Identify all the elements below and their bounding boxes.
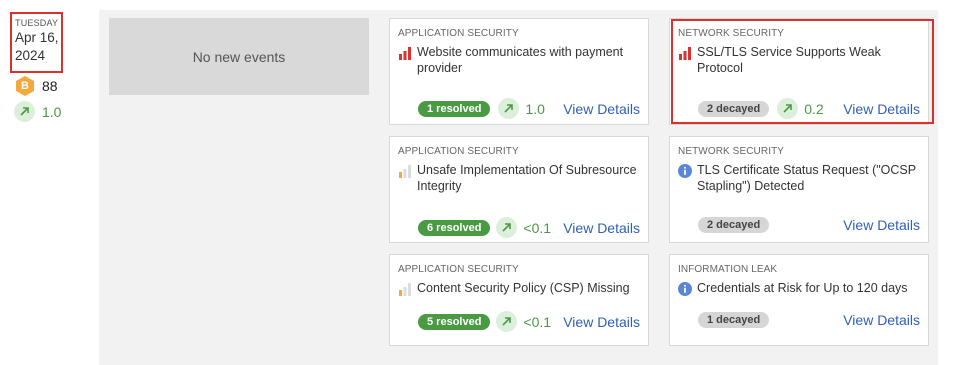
trend-up-icon (496, 217, 518, 238)
card-title: SSL/TLS Service Supports Weak Protocol (697, 45, 881, 75)
card-delta: <0.1 (523, 219, 552, 236)
card-delta: <0.1 (523, 313, 552, 330)
date-column: TUESDAY Apr 16, 2024 B 88 1.0 (0, 0, 99, 365)
card-title: Unsafe Implementation Of Subresource Int… (417, 163, 637, 193)
grade-summary: B 88 (15, 76, 58, 96)
view-details-link[interactable]: View Details (563, 101, 640, 117)
date-label: Apr 16, 2024 (15, 30, 59, 63)
view-details-link[interactable]: View Details (563, 314, 640, 330)
card-title: Website communicates with payment provid… (417, 45, 624, 75)
date-highlight-box: TUESDAY Apr 16, 2024 (10, 12, 63, 73)
no-events-placeholder: No new events (109, 18, 369, 95)
events-area: No new events APPLICATION SECURITY Websi… (99, 10, 938, 365)
severity-low-icon (398, 282, 412, 296)
event-card-payment-provider: APPLICATION SECURITY Website communicate… (389, 18, 649, 125)
event-card-subresource-integrity: APPLICATION SECURITY Unsafe Implementati… (389, 136, 649, 243)
timeline-view: TUESDAY Apr 16, 2024 B 88 1.0 No new eve… (0, 0, 958, 365)
event-card-credentials-at-risk: INFORMATION LEAK Credentials at Risk for… (669, 254, 929, 346)
event-card-csp-missing: APPLICATION SECURITY Content Security Po… (389, 254, 649, 346)
severity-high-icon (398, 46, 412, 60)
score-delta: 1.0 (14, 101, 61, 122)
view-details-link[interactable]: View Details (843, 312, 920, 328)
view-details-link[interactable]: View Details (563, 220, 640, 236)
severity-low-icon (398, 164, 412, 178)
trend-up-icon (14, 101, 35, 122)
info-icon (678, 282, 692, 296)
trend-up-icon (777, 98, 799, 119)
card-category: NETWORK SECURITY (678, 28, 785, 39)
card-category: INFORMATION LEAK (678, 264, 778, 275)
event-card-ocsp-stapling: NETWORK SECURITY TLS Certificate Status … (669, 136, 929, 243)
info-icon (678, 164, 692, 178)
grade-badge-icon: B (16, 76, 34, 96)
grade-score: 88 (42, 78, 58, 94)
status-badge: 1 resolved (418, 100, 491, 117)
card-delta: 0.2 (804, 100, 824, 117)
view-details-link[interactable]: View Details (843, 217, 920, 233)
card-title: Credentials at Risk for Up to 120 days (697, 281, 908, 295)
day-of-week: TUESDAY (15, 18, 59, 28)
card-category: APPLICATION SECURITY (398, 28, 519, 39)
status-badge: 6 resolved (418, 219, 491, 236)
status-badge: 5 resolved (418, 313, 491, 330)
status-badge: 1 decayed (698, 312, 770, 328)
severity-high-icon (678, 46, 692, 60)
card-category: NETWORK SECURITY (678, 146, 785, 157)
trend-up-icon (496, 311, 518, 332)
trend-up-icon (498, 98, 520, 119)
status-badge: 2 decayed (698, 100, 770, 117)
card-category: APPLICATION SECURITY (398, 146, 519, 157)
card-title: TLS Certificate Status Request ("OCSP St… (697, 163, 916, 193)
event-card-weak-protocol: NETWORK SECURITY SSL/TLS Service Support… (669, 18, 929, 125)
score-delta-value: 1.0 (42, 103, 62, 120)
view-details-link[interactable]: View Details (843, 101, 920, 117)
card-delta: 1.0 (525, 100, 545, 117)
card-category: APPLICATION SECURITY (398, 264, 519, 275)
status-badge: 2 decayed (698, 217, 770, 233)
card-title: Content Security Policy (CSP) Missing (417, 281, 630, 295)
